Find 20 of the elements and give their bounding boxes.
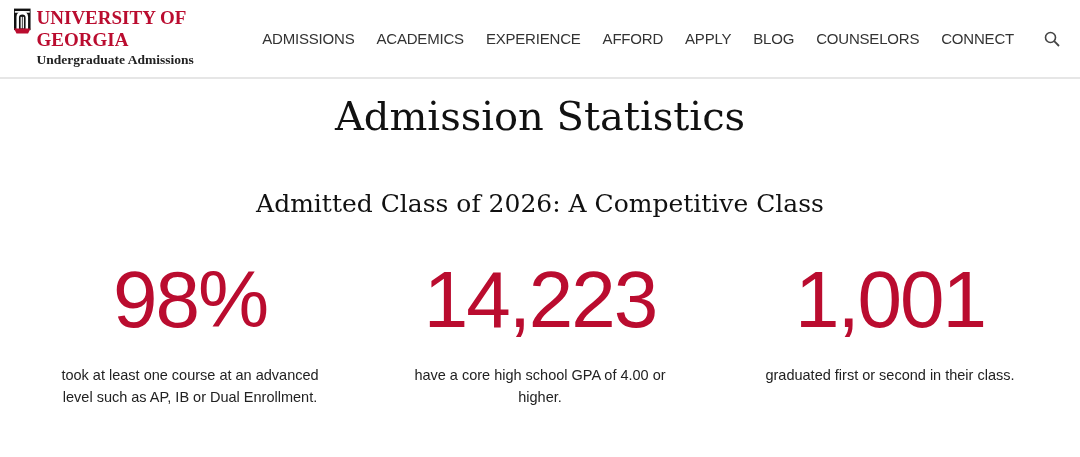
nav-link[interactable]: ACADEMICS <box>376 30 464 47</box>
nav-link[interactable]: COUNSELORS <box>816 30 920 47</box>
logo-title[interactable]: UNIVERSITY OF GEORGIA <box>36 6 263 51</box>
stat-number: 14,223 <box>423 258 657 342</box>
nav-link[interactable]: BLOG <box>753 30 795 47</box>
stat-caption: have a core high school GPA of 4.00 or higher. <box>413 366 667 407</box>
nav-link[interactable]: APPLY <box>685 30 732 47</box>
nav-link[interactable]: CONNECT <box>941 30 1014 47</box>
logo-subtitle[interactable]: Undergraduate Admissions <box>36 50 263 69</box>
stat-caption: took at least one course at an advanced level such as AP, IB or Dual Enrollment. <box>60 366 320 407</box>
search-icon[interactable] <box>1044 30 1060 47</box>
section-heading: Admitted Class of 2026: A Competitive Class <box>256 189 824 218</box>
nav-link[interactable]: AFFORD <box>602 30 664 47</box>
nav-link[interactable]: EXPERIENCE <box>485 30 581 47</box>
page-title: Admission Statistics <box>334 93 746 139</box>
stat-number: 1,001 <box>794 258 986 342</box>
nav-link[interactable]: ADMISSIONS <box>262 30 355 47</box>
arch-logo-icon <box>14 6 31 35</box>
stat-caption: graduated first or second in their class. <box>764 366 1016 385</box>
stat-number: 98% <box>112 258 268 342</box>
